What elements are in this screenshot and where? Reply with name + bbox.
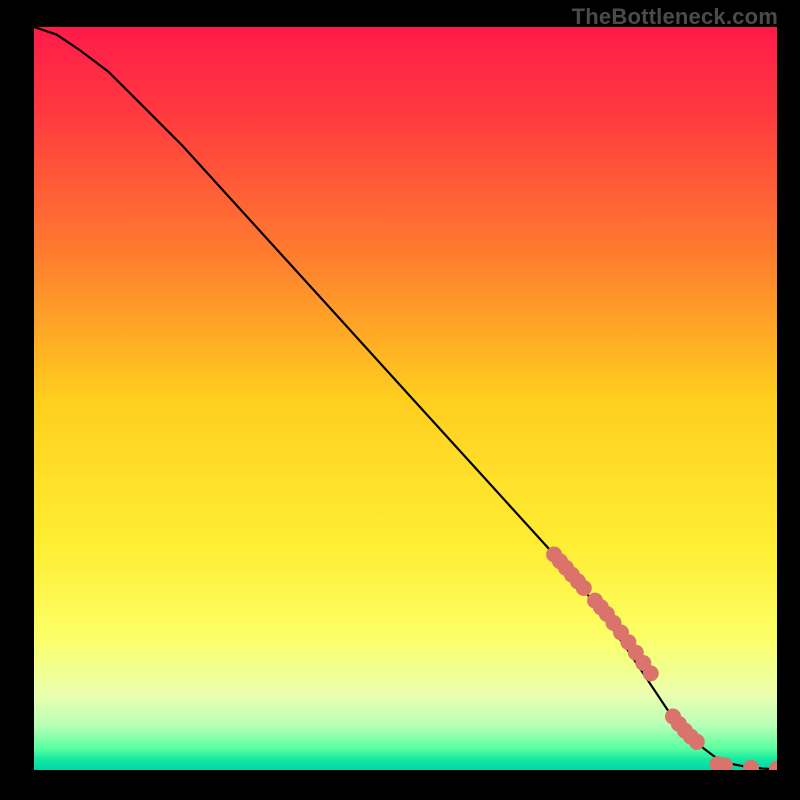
gradient-background (34, 27, 777, 770)
data-point (643, 665, 659, 681)
chart-svg (34, 27, 777, 770)
chart-frame: TheBottleneck.com (0, 0, 800, 800)
data-point (576, 580, 592, 596)
plot-area (34, 27, 777, 770)
data-point (689, 734, 705, 750)
